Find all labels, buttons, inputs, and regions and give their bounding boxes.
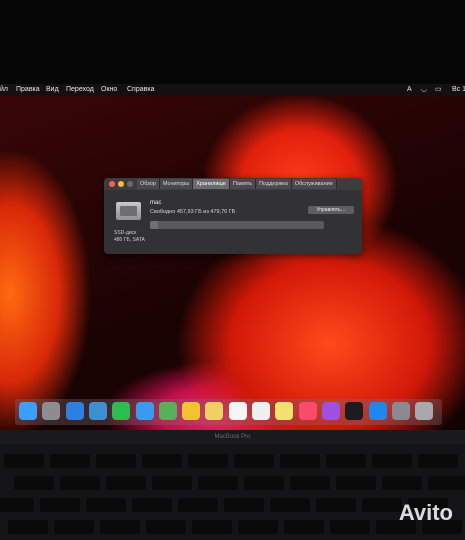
photos-icon[interactable] <box>182 402 201 420</box>
disk-type: SSD-диск <box>114 230 137 236</box>
laptop-chin: MacBook Pro <box>0 430 465 444</box>
storage-bar-used <box>150 221 158 229</box>
menu-help[interactable]: Справка <box>127 84 154 96</box>
battery-icon[interactable]: ▭ <box>435 84 442 96</box>
dock <box>15 399 442 425</box>
trash-icon[interactable] <box>415 402 434 420</box>
facetime-icon[interactable] <box>112 402 131 420</box>
about-this-mac-window: Обзор Мониторы Хранилище Память Поддержк… <box>104 178 362 254</box>
key-row <box>8 520 462 534</box>
reminders-icon[interactable] <box>252 402 270 420</box>
manage-button[interactable]: Управлять… <box>308 206 354 214</box>
podcasts-icon[interactable] <box>321 402 340 420</box>
stickies-icon[interactable] <box>275 402 294 420</box>
tab-storage[interactable]: Хранилище <box>193 179 230 189</box>
messages-icon[interactable] <box>135 402 154 420</box>
menu-bar: йл Правка Вид Переход Окно Справка A ◡ ▭… <box>0 84 465 96</box>
free-space-label: Свободно 457,93 ГБ из 479,76 ГБ <box>150 209 236 215</box>
hard-drive-icon <box>116 202 141 220</box>
menu-view[interactable]: Вид <box>46 84 59 96</box>
input-source-icon[interactable]: A <box>407 84 412 96</box>
disk-info: 480 ГБ, SATA <box>114 237 145 243</box>
preview-icon[interactable] <box>88 402 107 420</box>
menu-file[interactable]: йл <box>0 84 8 96</box>
tab-bar: Обзор Мониторы Хранилище Память Поддержк… <box>137 179 337 189</box>
appstore-icon[interactable] <box>368 402 387 420</box>
launchpad-icon[interactable] <box>42 402 61 420</box>
tab-service[interactable]: Обслуживание <box>291 179 337 189</box>
key-row <box>4 454 458 468</box>
menu-clock[interactable]: Вс 1 <box>452 84 465 96</box>
wifi-icon[interactable]: ◡ <box>421 84 427 96</box>
safari-icon[interactable] <box>65 402 84 420</box>
key-row <box>14 476 465 490</box>
zoom-icon[interactable] <box>127 181 133 187</box>
calendar-icon[interactable] <box>228 402 247 420</box>
notes-icon[interactable] <box>205 402 224 420</box>
screen-bezel <box>0 0 465 84</box>
window-titlebar: Обзор Мониторы Хранилище Память Поддержк… <box>104 178 362 190</box>
desktop-wallpaper <box>0 84 465 430</box>
minimize-icon[interactable] <box>118 181 124 187</box>
maps-icon[interactable] <box>158 402 177 420</box>
avito-watermark: Avito <box>398 500 453 525</box>
disk-name: mac <box>150 200 162 206</box>
key-row <box>0 498 448 512</box>
finder-icon[interactable] <box>19 402 37 420</box>
tab-memory[interactable]: Память <box>229 179 257 189</box>
tab-support[interactable]: Поддержка <box>256 179 292 189</box>
tab-displays[interactable]: Мониторы <box>159 179 194 189</box>
close-icon[interactable] <box>109 181 115 187</box>
menu-go[interactable]: Переход <box>66 84 94 96</box>
storage-bar <box>150 221 324 229</box>
system-preferences-icon[interactable] <box>391 402 410 420</box>
tv-icon[interactable] <box>345 402 364 420</box>
disk-meta: SSD-диск 480 ГБ, SATA <box>114 230 145 244</box>
menu-edit[interactable]: Правка <box>16 84 40 96</box>
tab-overview[interactable]: Обзор <box>137 179 160 189</box>
menu-window[interactable]: Окно <box>101 84 117 96</box>
keyboard <box>0 444 465 540</box>
music-icon[interactable] <box>298 402 317 420</box>
